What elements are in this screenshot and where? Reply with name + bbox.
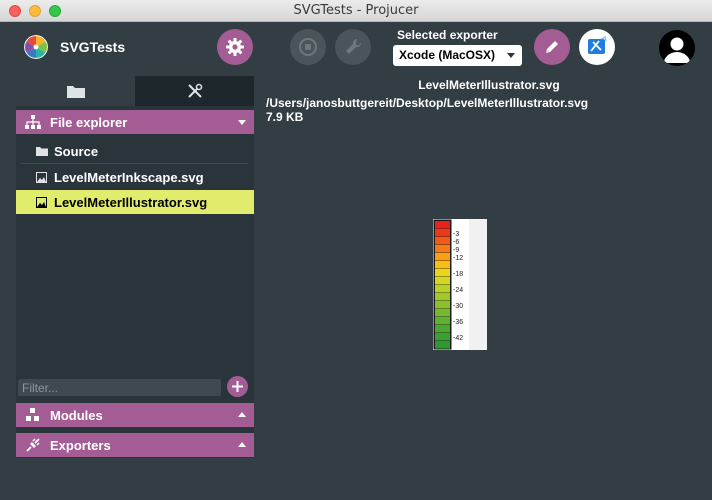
filter-input[interactable]: Filter... — [18, 379, 221, 396]
gear-icon — [226, 38, 244, 56]
file-item-label: LevelMeterInkscape.svg — [54, 169, 204, 185]
meter-segment — [435, 253, 450, 261]
image-icon — [36, 196, 47, 208]
user-avatar[interactable] — [659, 30, 695, 66]
exporter-select[interactable]: Xcode (MacOSX) — [393, 45, 522, 66]
meter-scale-label: -9 — [453, 247, 459, 254]
plug-icon — [26, 438, 40, 452]
meter-segment — [435, 301, 450, 309]
meter-segment — [435, 237, 450, 245]
selected-exporter-label: Selected exporter — [397, 28, 498, 42]
meter-scale-label: -18 — [453, 271, 463, 278]
meter-segment — [435, 309, 450, 317]
meter-segment — [435, 325, 450, 333]
level-meter-image: -3-6-9-12 -18 -24 -30 -36 -42 — [433, 219, 487, 350]
meter-scale-label: -30 — [453, 303, 463, 310]
meter-segment — [435, 285, 450, 293]
preview-filename: LevelMeterIllustrator.svg — [418, 78, 560, 92]
chevron-down-icon — [238, 120, 246, 125]
edit-exporter-button[interactable] — [534, 29, 570, 65]
wrench-icon — [346, 38, 362, 54]
meter-segment — [435, 221, 450, 229]
meter-scale-label: -6 — [453, 239, 459, 246]
sidebar-tabs — [16, 76, 254, 106]
file-item-levelmeterinkscape[interactable]: LevelMeterInkscape.svg — [16, 165, 254, 189]
meter-segment — [435, 333, 450, 341]
meter-scale-label: -3 — [453, 231, 459, 238]
file-item-levelmeterillustrator[interactable]: LevelMeterIllustrator.svg — [16, 190, 254, 214]
preview-file-size: 7.9 KB — [266, 110, 304, 124]
open-in-xcode-button[interactable] — [579, 29, 615, 65]
file-item-label: LevelMeterIllustrator.svg — [54, 194, 208, 210]
modules-label: Modules — [50, 407, 103, 423]
file-explorer-label: File explorer — [50, 114, 128, 130]
file-explorer-header[interactable]: File explorer — [16, 110, 254, 134]
hierarchy-icon — [25, 115, 41, 129]
exporter-select-value: Xcode (MacOSX) — [399, 48, 496, 62]
file-item-label: Source — [54, 143, 99, 159]
meter-segment — [435, 261, 450, 269]
meter-scale-label: -42 — [453, 335, 463, 342]
sidebar: File explorer Source LevelMeterInkscape.… — [16, 76, 254, 458]
tab-tools[interactable] — [135, 76, 254, 106]
exporters-label: Exporters — [50, 437, 111, 453]
project-header: SVGTests Selected exporter Xcode (MacOSX… — [0, 22, 712, 74]
chevron-up-icon — [238, 412, 246, 417]
chevron-up-icon — [238, 442, 246, 447]
project-name: SVGTests — [60, 39, 126, 55]
file-divider — [20, 163, 248, 164]
meter-segment — [435, 269, 450, 277]
modules-header[interactable]: Modules — [16, 403, 254, 427]
modules-icon — [26, 408, 39, 421]
meter-segment — [435, 245, 450, 253]
build-button[interactable] — [335, 29, 371, 65]
folder-icon — [66, 86, 85, 98]
tools-icon — [187, 83, 202, 98]
xcode-icon — [588, 35, 607, 54]
user-icon — [664, 37, 690, 63]
run-button[interactable] — [290, 29, 326, 65]
exporters-header[interactable]: Exporters — [16, 433, 254, 457]
add-file-button[interactable] — [227, 376, 248, 397]
folder-icon — [36, 147, 48, 156]
window-title: SVGTests - Projucer — [293, 3, 419, 18]
meter-scale-label: -24 — [453, 287, 463, 294]
project-settings-button[interactable] — [217, 29, 253, 65]
meter-segment — [435, 277, 450, 285]
meter-scale-label: -12 — [453, 255, 463, 262]
tab-files[interactable] — [16, 76, 135, 106]
meter-scale-label: -36 — [453, 319, 463, 326]
file-item-source[interactable]: Source — [16, 139, 254, 163]
pencil-icon — [546, 41, 558, 53]
stop-circle-icon — [299, 38, 317, 56]
projucer-logo-icon — [24, 35, 48, 59]
plus-icon — [232, 381, 243, 392]
svg-preview: -3 -6 -9 -12 -18 -24 -30 -36 -42 — [433, 219, 487, 350]
meter-segment — [435, 229, 450, 237]
chevron-down-icon — [507, 53, 515, 58]
meter-segment — [435, 341, 450, 349]
meter-segment — [435, 317, 450, 325]
window-titlebar: SVGTests - Projucer — [0, 0, 712, 22]
preview-path: /Users/janosbuttgereit/Desktop/LevelMete… — [266, 96, 589, 110]
meter-segment — [435, 293, 450, 301]
image-icon — [36, 171, 47, 183]
